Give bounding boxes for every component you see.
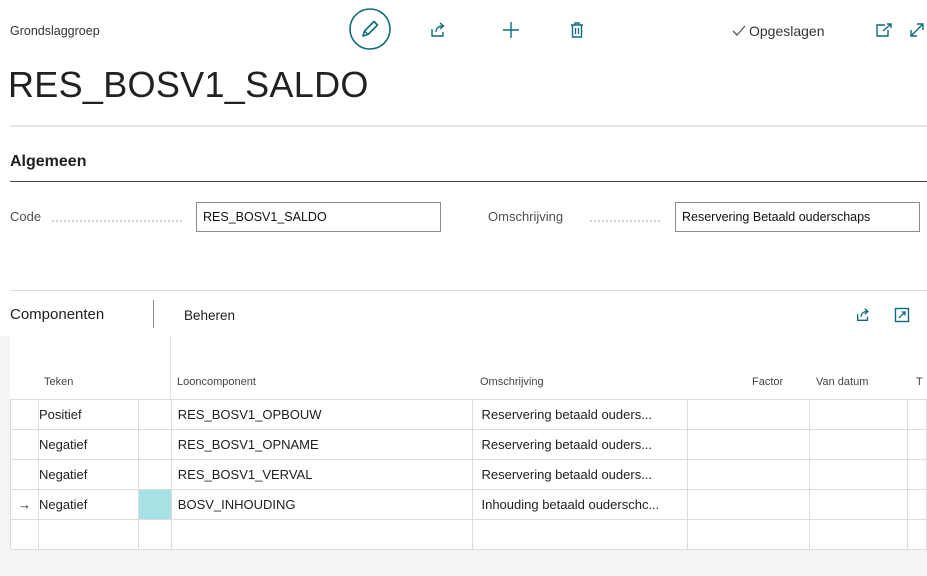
cell-truncated[interactable] — [906, 459, 927, 490]
saved-status-label: Opgeslagen — [749, 23, 825, 39]
cell-omschrijving[interactable]: Reservering betaald ouders... — [472, 429, 689, 460]
cell-teken[interactable]: Negatief — [37, 489, 139, 520]
row-indicator — [10, 519, 39, 550]
code-label: Code — [10, 209, 42, 224]
row-indicator — [10, 459, 39, 490]
cell-van-datum[interactable] — [809, 429, 908, 460]
cell-looncomponent[interactable]: RES_BOSV1_OPNAME — [170, 429, 474, 460]
column-header-omschrijving[interactable]: Omschrijving — [480, 376, 544, 388]
cell-looncomponent[interactable]: BOSV_INHOUDING — [170, 489, 474, 520]
cell-teken[interactable]: Negatief — [37, 459, 139, 490]
cell-truncated[interactable] — [906, 399, 927, 430]
table-row-current[interactable]: → Negatief BOSV_INHOUDING Inhouding beta… — [10, 489, 927, 520]
column-header-van-datum[interactable]: Van datum — [816, 376, 868, 388]
table-row-new[interactable] — [10, 519, 927, 550]
row-indicator — [10, 399, 39, 430]
section-title-general: Algemeen — [10, 153, 87, 170]
manage-action[interactable]: Beheren — [184, 308, 235, 323]
cell-looncomponent[interactable]: RES_BOSV1_OPBOUW — [170, 399, 474, 430]
current-row-arrow-icon: → — [10, 489, 39, 520]
open-new-window-button[interactable] — [874, 20, 894, 40]
row-selector[interactable] — [137, 429, 172, 460]
plus-icon — [503, 22, 519, 38]
row-selector[interactable] — [137, 489, 172, 520]
row-indicator — [10, 429, 39, 460]
edit-button[interactable] — [348, 7, 392, 51]
expand-list-button[interactable] — [893, 306, 911, 324]
cell-omschrijving[interactable]: Reservering betaald ouders... — [472, 459, 689, 490]
section-rule — [10, 181, 927, 182]
cell-omschrijving[interactable]: Inhouding betaald ouderschc... — [472, 489, 689, 520]
cell-omschrijving[interactable] — [472, 519, 689, 550]
column-header-factor[interactable]: Factor — [752, 376, 783, 388]
description-field[interactable]: Reservering Betaald ouderschaps — [675, 202, 920, 232]
pencil-icon — [349, 8, 391, 50]
cell-factor[interactable] — [687, 489, 811, 520]
tab-separator — [153, 300, 154, 328]
row-selector[interactable] — [137, 519, 172, 550]
cell-factor[interactable] — [687, 399, 811, 430]
components-divider — [10, 290, 927, 291]
open-in-new-window-icon — [876, 23, 892, 37]
column-header-truncated[interactable]: T — [916, 376, 923, 388]
row-selector[interactable] — [137, 399, 172, 430]
cell-van-datum[interactable] — [809, 489, 908, 520]
cell-teken[interactable] — [37, 519, 139, 550]
share-list-button[interactable] — [854, 306, 872, 324]
trash-icon — [571, 22, 583, 38]
cell-van-datum[interactable] — [809, 399, 908, 430]
row-selector[interactable] — [137, 459, 172, 490]
description-label-leader — [590, 220, 660, 222]
expand-icon — [909, 23, 924, 37]
cell-van-datum[interactable] — [809, 459, 908, 490]
share-icon — [857, 308, 869, 321]
share-icon — [431, 22, 445, 37]
cell-factor[interactable] — [687, 459, 811, 490]
tab-components[interactable]: Componenten — [10, 306, 104, 323]
cell-teken[interactable]: Negatief — [37, 429, 139, 460]
check-icon — [732, 25, 746, 36]
table-row[interactable]: Negatief RES_BOSV1_OPNAME Reservering be… — [10, 429, 927, 460]
column-header-looncomponent[interactable]: Looncomponent — [177, 376, 256, 388]
grid-header-area — [10, 336, 927, 399]
cell-looncomponent[interactable]: RES_BOSV1_VERVAL — [170, 459, 474, 490]
cell-omschrijving[interactable]: Reservering betaald ouders... — [472, 399, 689, 430]
page-kicker: Grondslaggroep — [10, 24, 100, 38]
cell-truncated[interactable] — [906, 429, 927, 460]
share-button[interactable] — [428, 20, 448, 40]
saved-status: Opgeslagen — [732, 23, 825, 39]
code-field[interactable]: RES_BOSV1_SALDO — [196, 202, 441, 232]
cell-truncated[interactable] — [906, 489, 927, 520]
table-row[interactable]: Negatief RES_BOSV1_VERVAL Reservering be… — [10, 459, 927, 490]
new-button[interactable] — [500, 19, 522, 41]
cell-factor[interactable] — [687, 519, 811, 550]
table-row[interactable]: Positief RES_BOSV1_OPBOUW Reservering be… — [10, 399, 927, 430]
cell-teken[interactable]: Positief — [37, 399, 139, 430]
expand-box-icon — [894, 307, 910, 323]
cell-truncated[interactable] — [906, 519, 927, 550]
page-title: RES_BOSV1_SALDO — [8, 64, 369, 105]
components-table: Positief RES_BOSV1_OPBOUW Reservering be… — [10, 399, 927, 550]
cell-factor[interactable] — [687, 429, 811, 460]
delete-button[interactable] — [566, 19, 588, 41]
cell-van-datum[interactable] — [809, 519, 908, 550]
cell-looncomponent[interactable] — [170, 519, 474, 550]
code-label-leader — [52, 220, 182, 222]
description-label: Omschrijving — [488, 209, 564, 224]
grid-header-separator — [170, 336, 171, 399]
header-divider — [10, 125, 927, 127]
column-header-teken[interactable]: Teken — [44, 376, 73, 388]
expand-button[interactable] — [906, 19, 927, 41]
